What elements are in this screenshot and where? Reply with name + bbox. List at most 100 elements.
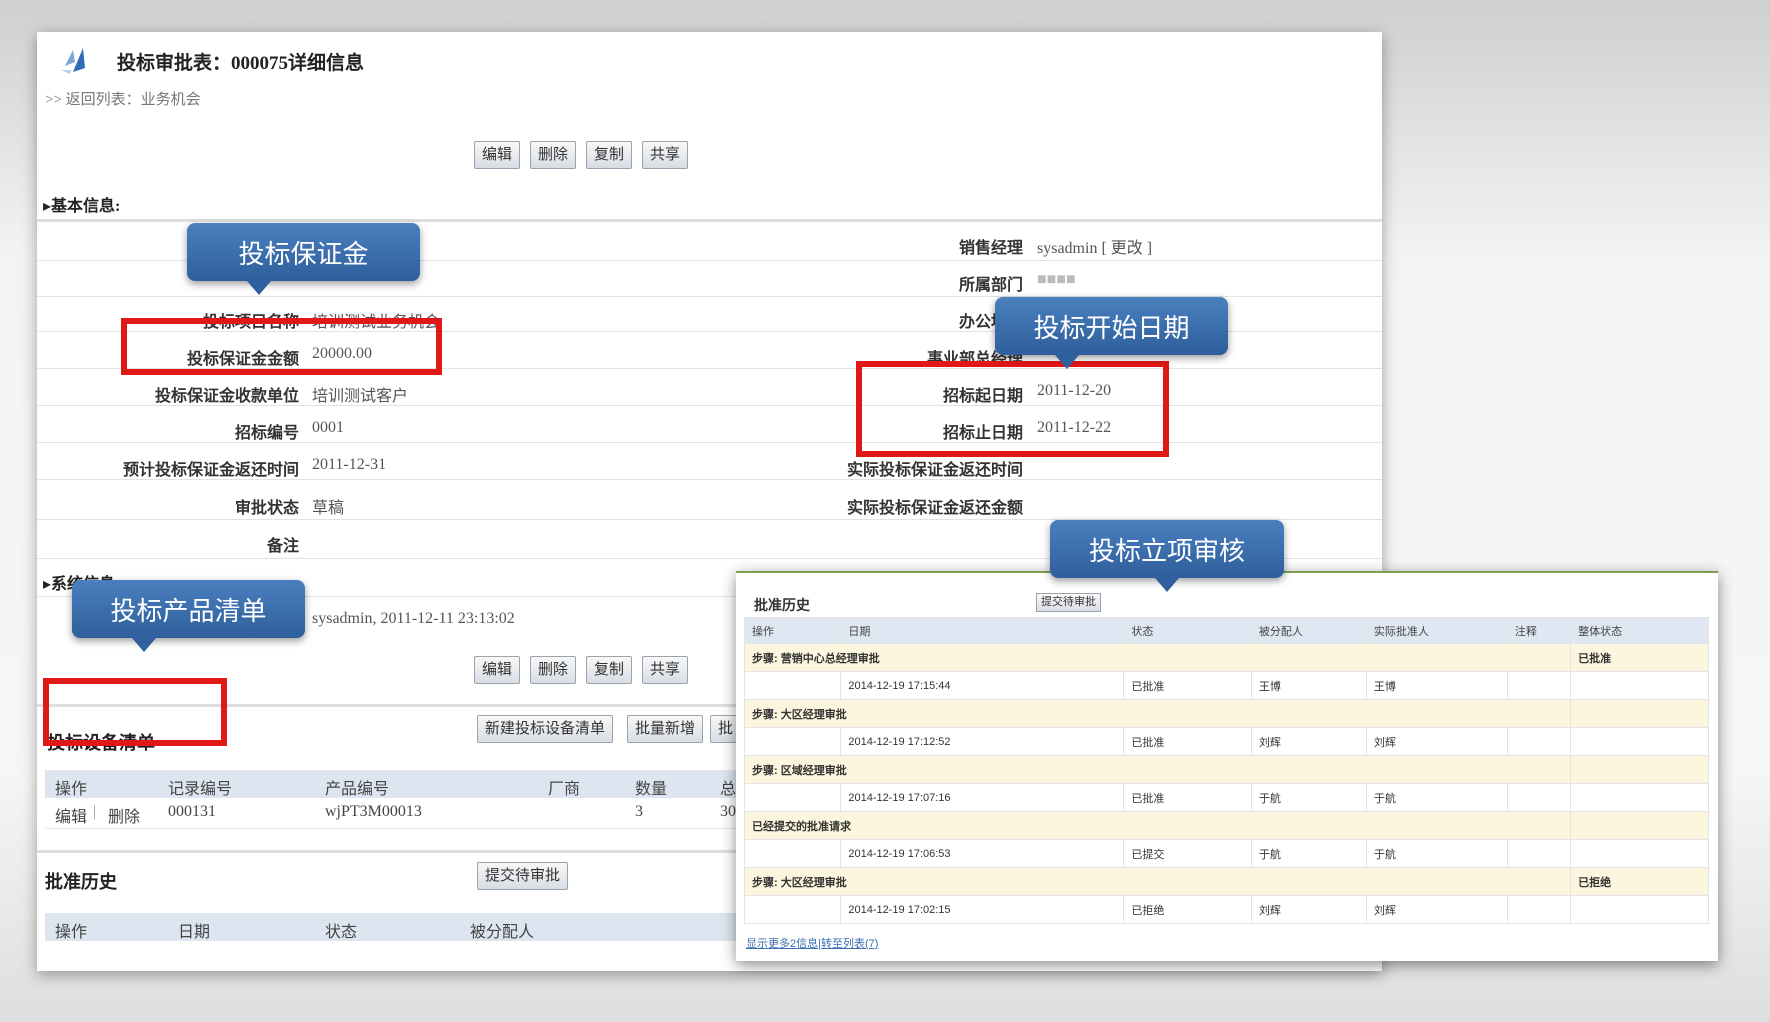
ap-col-actual-approver: 实际批准人 xyxy=(1365,617,1508,644)
approval-actual-approver: 刘辉 xyxy=(1365,727,1508,756)
edit-button[interactable]: 编辑 xyxy=(474,141,521,169)
share-button-bottom[interactable]: 共享 xyxy=(642,656,689,684)
approval-panel-footer: 显示更多2信息|转至列表(7) xyxy=(746,935,878,951)
col-vendor: 厂商 xyxy=(548,781,581,798)
approval-actual-approver: 刘辉 xyxy=(1365,895,1508,924)
breadcrumb[interactable]: >> 返回列表：业务机会 xyxy=(45,88,201,109)
approval-step-label: 已经提交的批准请求 xyxy=(743,811,1572,840)
row-delete-link[interactable]: 删除 xyxy=(108,803,140,827)
history-col-status: 状态 xyxy=(325,924,358,941)
ap-col-date: 日期 xyxy=(840,617,1125,644)
approval-panel-title: 批准历史 xyxy=(754,597,810,613)
col-record-number: 记录编号 xyxy=(168,781,233,798)
copy-button-bottom[interactable]: 复制 xyxy=(586,656,633,684)
col-total: 总 xyxy=(720,781,737,798)
approval-step-label: 步骤: 营销中心总经理审批 xyxy=(743,643,1572,672)
history-col-action: 操作 xyxy=(55,924,88,941)
col-action: 操作 xyxy=(55,781,88,798)
table-row: 编辑 | 删除 000131 wjPT3M00013 3 30 xyxy=(45,798,765,829)
callout-product-list: 投标产品清单 xyxy=(72,580,305,652)
approval-step-row: 步骤: 营销中心总经理审批 已批准 xyxy=(743,643,1709,672)
field-label-actual-return-date: 实际投标保证金返还时间 xyxy=(846,462,1023,479)
show-more-link[interactable]: 显示更多2信息 xyxy=(746,938,818,950)
field-value-sales-manager[interactable]: sysadmin [ 更改 ] xyxy=(1037,234,1152,258)
approval-status: 已批准 xyxy=(1123,727,1252,756)
field-label-sales-manager: 销售经理 xyxy=(958,240,1023,257)
approval-assignee: 王博 xyxy=(1250,671,1367,700)
delete-button-bottom[interactable]: 删除 xyxy=(530,656,577,684)
approval-assignee: 于航 xyxy=(1250,839,1367,868)
row-record-number: 000131 xyxy=(168,803,216,820)
ap-col-status: 状态 xyxy=(1123,617,1252,644)
approval-overall-status xyxy=(1570,699,1709,728)
row-quantity: 3 xyxy=(635,803,643,820)
approval-actual-approver: 王博 xyxy=(1365,671,1508,700)
approval-date: 2014-12-19 17:15:44 xyxy=(840,671,1125,700)
field-value-expected-return-date: 2011-12-31 xyxy=(312,456,387,473)
field-label-department: 所属部门 xyxy=(958,277,1023,294)
row-product-number[interactable]: wjPT3M00013 xyxy=(325,803,422,821)
share-button[interactable]: 共享 xyxy=(642,141,689,169)
field-value-department: ■■■■ xyxy=(1037,271,1076,288)
field-label-approval-status: 审批状态 xyxy=(234,500,299,517)
approval-status: 已拒绝 xyxy=(1123,895,1252,924)
row-link-separator: | xyxy=(93,803,97,820)
approval-step-row: 步骤: 区域经理审批 xyxy=(743,755,1709,784)
tender-dates-highlight xyxy=(856,361,1169,457)
approval-history-table: 操作 日期 状态 被分配人 实际批准人 注释 整体状态 步骤: 营销中心总经理审… xyxy=(743,617,1709,924)
approval-date: 2014-12-19 17:12:52 xyxy=(840,727,1125,756)
approval-detail-row: 2014-12-19 17:02:15 已拒绝 刘辉 刘辉 xyxy=(743,895,1709,924)
approval-overall-status xyxy=(1570,755,1709,784)
history-col-date: 日期 xyxy=(178,924,211,941)
ap-col-overall-status: 整体状态 xyxy=(1570,617,1709,644)
field-value-approval-status: 草稿 xyxy=(312,500,345,517)
approval-assignee: 于航 xyxy=(1250,783,1367,812)
row-edit-link[interactable]: 编辑 xyxy=(55,803,87,827)
field-value-tender-number: 0001 xyxy=(312,419,344,436)
history-col-assignee: 被分配人 xyxy=(470,924,535,941)
ap-col-action: 操作 xyxy=(743,617,842,644)
approval-overall-status: 已拒绝 xyxy=(1570,867,1709,896)
approval-detail-row: 2014-12-19 17:06:53 已提交 于航 于航 xyxy=(743,839,1709,868)
field-value-deposit-payee[interactable]: 培训测试客户 xyxy=(312,382,408,406)
field-label-deposit-payee: 投标保证金收款单位 xyxy=(154,388,299,405)
approval-step-row: 步骤: 大区经理审批 已拒绝 xyxy=(743,867,1709,896)
basic-info-section-title[interactable]: ▸基本信息: xyxy=(43,192,120,216)
col-quantity: 数量 xyxy=(635,781,668,798)
edit-button-bottom[interactable]: 编辑 xyxy=(474,656,521,684)
approval-panel-submit-button[interactable]: 提交待审批 xyxy=(1036,593,1101,612)
approval-detail-row: 2014-12-19 17:15:44 已批准 王博 王博 xyxy=(743,671,1709,700)
ap-col-comments: 注释 xyxy=(1506,617,1572,644)
row-total: 30 xyxy=(720,803,736,820)
approval-history-panel: 批准历史 提交待审批 操作 日期 状态 被分配人 实际批准人 注释 整体状态 步… xyxy=(736,571,1718,961)
approval-date: 2014-12-19 17:06:53 xyxy=(840,839,1125,868)
callout-approval: 投标立项审核 xyxy=(1050,520,1284,592)
approval-step-row: 步骤: 大区经理审批 xyxy=(743,699,1709,728)
approval-overall-status xyxy=(1570,811,1709,840)
equipment-list-highlight xyxy=(43,678,227,746)
approval-actual-approver: 于航 xyxy=(1365,839,1508,868)
delete-button[interactable]: 删除 xyxy=(530,141,577,169)
approval-history-title: 批准历史 xyxy=(45,872,117,892)
approval-step-row: 已经提交的批准请求 xyxy=(743,811,1709,840)
approval-step-label: 步骤: 区域经理审批 xyxy=(743,755,1572,784)
approval-assignee: 刘辉 xyxy=(1250,895,1367,924)
app-logo-icon xyxy=(61,48,85,74)
approval-step-label: 步骤: 大区经理审批 xyxy=(743,867,1572,896)
approval-actual-approver: 于航 xyxy=(1365,783,1508,812)
callout-start-date: 投标开始日期 xyxy=(995,297,1228,369)
approval-detail-row: 2014-12-19 17:12:52 已批准 刘辉 刘辉 xyxy=(743,727,1709,756)
submit-approval-button[interactable]: 提交待审批 xyxy=(477,862,569,890)
approval-overall-status: 已批准 xyxy=(1570,643,1709,672)
approval-history-header: 操作 日期 状态 被分配人 xyxy=(45,913,765,941)
approval-assignee: 刘辉 xyxy=(1250,727,1367,756)
copy-button[interactable]: 复制 xyxy=(586,141,633,169)
go-to-list-link[interactable]: 转至列表(7) xyxy=(821,938,878,950)
equipment-table-header: 操作 记录编号 产品编号 厂商 数量 总 xyxy=(45,770,765,798)
field-label-expected-return-date: 预计投标保证金返还时间 xyxy=(122,462,299,479)
approval-date: 2014-12-19 17:07:16 xyxy=(840,783,1125,812)
new-equipment-list-button[interactable]: 新建投标设备清单 xyxy=(477,715,614,743)
approval-status: 已批准 xyxy=(1123,671,1252,700)
batch-add-button[interactable]: 批量新增 xyxy=(627,715,704,743)
approval-date: 2014-12-19 17:02:15 xyxy=(840,895,1125,924)
